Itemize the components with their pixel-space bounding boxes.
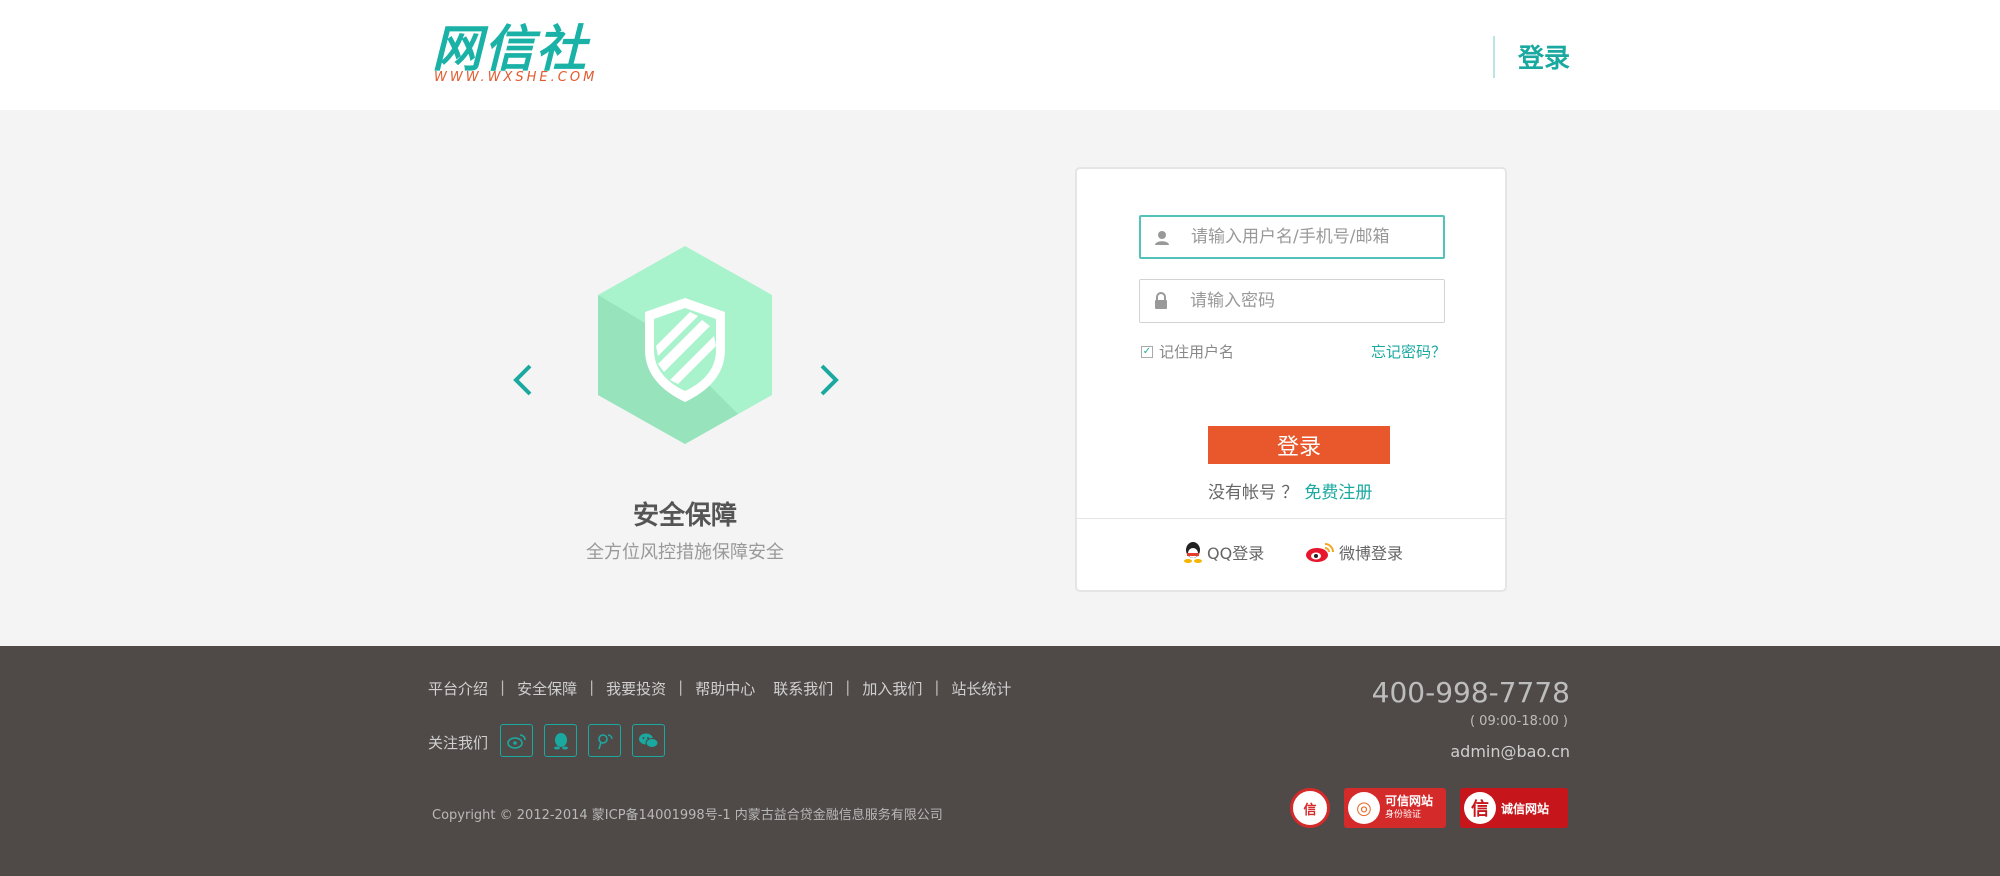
separator: | bbox=[589, 678, 595, 696]
register-link[interactable]: 免费注册 bbox=[1304, 483, 1372, 503]
login-button[interactable]: 登录 bbox=[1208, 426, 1390, 464]
footer-link-invest[interactable]: 我要投资 bbox=[606, 678, 666, 699]
footer: 平台介绍 | 安全保障 | 我要投资 | 帮助中心 联系我们 | 加入我们 | … bbox=[0, 646, 2000, 876]
header-login-link[interactable]: 登录 bbox=[1518, 38, 1570, 75]
credible-website-badge-icon[interactable]: ◎ 可信网站 身份验证 bbox=[1344, 788, 1446, 828]
separator: | bbox=[678, 678, 684, 696]
register-prompt: 没有帐号 ？免费注册 bbox=[1208, 478, 1372, 503]
service-phone: 400-998-7778 bbox=[1371, 676, 1570, 709]
password-input[interactable] bbox=[1190, 280, 1440, 322]
logo-text: 网信社 bbox=[432, 20, 588, 78]
divider bbox=[1077, 518, 1505, 519]
separator: | bbox=[845, 678, 851, 696]
username-field bbox=[1139, 215, 1445, 259]
integrity-badge-title: 诚信网站 bbox=[1501, 801, 1550, 816]
slide-description: 全方位风控措施保障安全 bbox=[586, 542, 784, 563]
credible-badge-title: 可信网站 bbox=[1385, 794, 1434, 808]
footer-link-join[interactable]: 加入我们 bbox=[862, 678, 922, 699]
slide-title: 安全保障 bbox=[632, 501, 737, 531]
slider-next-arrow-icon[interactable] bbox=[814, 360, 844, 400]
separator: | bbox=[500, 678, 506, 696]
weibo-login-label: 微博登录 bbox=[1339, 544, 1404, 563]
forgot-password-link[interactable]: 忘记密码？ bbox=[1371, 341, 1446, 362]
service-hours: ( 09:00-18:00 ) bbox=[1469, 714, 1568, 729]
wechat-icon[interactable] bbox=[632, 724, 665, 757]
contact-email[interactable]: admin@bao.cn bbox=[1450, 742, 1570, 761]
trust-badge-text: 信 bbox=[1303, 802, 1317, 818]
qq-login-label: QQ登录 bbox=[1207, 544, 1265, 563]
footer-link-stats[interactable]: 站长统计 bbox=[951, 678, 1011, 699]
lock-icon bbox=[1152, 292, 1170, 310]
logo[interactable]: 网信社 WWW.WXSHE.COM bbox=[432, 22, 612, 88]
username-input[interactable] bbox=[1191, 217, 1441, 257]
weibo-icon bbox=[1306, 543, 1334, 562]
weibo-icon[interactable] bbox=[500, 724, 533, 757]
shield-icon bbox=[598, 246, 772, 444]
checkbox-checked-icon: ✓ bbox=[1141, 345, 1153, 358]
remember-username-checkbox[interactable]: ✓ 记住用户名 bbox=[1141, 341, 1234, 362]
header: 网信社 WWW.WXSHE.COM 登录 bbox=[0, 0, 2000, 110]
slider-prev-arrow-icon[interactable] bbox=[508, 360, 538, 400]
separator: | bbox=[934, 678, 940, 696]
remember-label: 记住用户名 bbox=[1159, 343, 1235, 361]
logo-url: WWW.WXSHE.COM bbox=[434, 70, 598, 85]
tencent-weibo-icon[interactable] bbox=[588, 724, 621, 757]
user-icon bbox=[1153, 229, 1171, 247]
follow-us-label: 关注我们 bbox=[428, 734, 489, 752]
integrity-logo-icon: 信 bbox=[1464, 792, 1496, 824]
copyright-text: Copyright © 2012-2014 蒙ICP备14001998号-1 内… bbox=[432, 808, 943, 823]
follow-icons bbox=[500, 724, 665, 757]
certification-badges: 信 ◎ 可信网站 身份验证 信 诚信网站 bbox=[1290, 788, 1568, 828]
footer-link-security[interactable]: 安全保障 bbox=[517, 678, 577, 699]
trust-online-badge-icon[interactable]: 信 bbox=[1290, 788, 1330, 828]
footer-link-contact[interactable]: 联系我们 bbox=[773, 678, 833, 699]
qq-icon bbox=[1184, 542, 1202, 563]
footer-link-help[interactable]: 帮助中心 bbox=[695, 678, 755, 699]
footer-nav: 平台介绍 | 安全保障 | 我要投资 | 帮助中心 联系我们 | 加入我们 | … bbox=[428, 678, 1011, 699]
weibo-login-button[interactable]: 微博登录 bbox=[1305, 540, 1403, 564]
header-divider bbox=[1493, 36, 1495, 78]
credible-logo-icon: ◎ bbox=[1348, 792, 1380, 824]
credible-badge-sub: 身份验证 bbox=[1385, 810, 1422, 820]
no-account-text: 没有帐号 ？ bbox=[1208, 483, 1299, 503]
password-field bbox=[1139, 279, 1445, 323]
qq-login-button[interactable]: QQ登录 bbox=[1183, 540, 1264, 564]
qq-icon[interactable] bbox=[544, 724, 577, 757]
footer-link-about[interactable]: 平台介绍 bbox=[428, 678, 488, 699]
integrity-website-badge-icon[interactable]: 信 诚信网站 bbox=[1460, 788, 1568, 828]
login-panel: ✓ 记住用户名 忘记密码？ 登录 没有帐号 ？免费注册 QQ登录 微博登录 bbox=[1075, 167, 1507, 592]
